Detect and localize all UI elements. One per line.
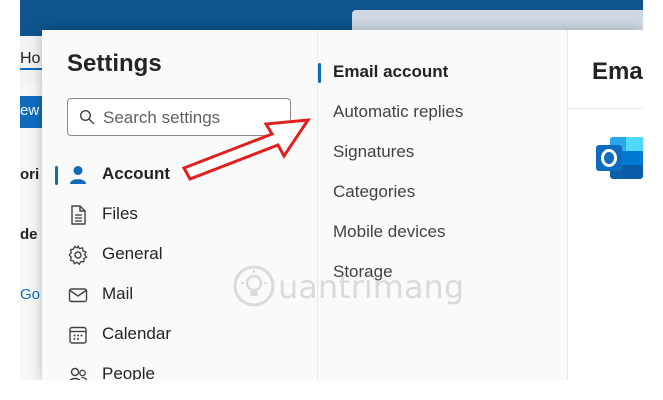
calendar-icon <box>69 326 87 344</box>
settings-content-pane: Ema <box>568 30 643 380</box>
subitem-label: Signatures <box>333 142 415 161</box>
right-margin <box>643 0 663 400</box>
selection-indicator <box>318 63 321 83</box>
left-margin <box>0 0 20 400</box>
home-tab-fragment[interactable]: Ho <box>20 50 42 70</box>
subitem-label: Categories <box>333 182 416 201</box>
people-icon <box>69 367 88 380</box>
subitem-signatures[interactable]: Signatures <box>318 133 568 173</box>
settings-nav-pane: Settings Search settings Account Files G… <box>42 30 317 380</box>
folder-fragment-3[interactable]: Go <box>20 286 42 303</box>
new-button-text-fragment[interactable]: ew <box>20 102 42 119</box>
subitem-label: Automatic replies <box>333 102 464 121</box>
watermark: uantrimang <box>232 262 465 312</box>
content-divider <box>568 108 643 109</box>
gear-icon <box>68 245 88 265</box>
watermark-text: uantrimang <box>278 268 465 306</box>
folder-fragment-1[interactable]: ori <box>20 166 42 183</box>
person-icon <box>70 166 86 184</box>
nav-item-label: Files <box>102 204 138 223</box>
nav-item-label: Calendar <box>102 324 171 343</box>
nav-item-label: People <box>102 364 155 380</box>
subitem-email-account[interactable]: Email account <box>318 53 568 93</box>
file-icon <box>71 205 86 225</box>
nav-item-label: Account <box>102 164 170 183</box>
nav-item-files[interactable]: Files <box>42 195 317 235</box>
subitem-automatic-replies[interactable]: Automatic replies <box>318 93 568 133</box>
lightbulb-logo-icon <box>233 265 275 307</box>
nav-item-label: General <box>102 244 163 263</box>
annotation-arrow-icon <box>181 118 311 181</box>
settings-dialog: Settings Search settings Account Files G… <box>42 30 643 380</box>
content-title: Ema <box>592 58 643 85</box>
nav-item-label: Mail <box>102 284 134 303</box>
mail-icon <box>68 288 88 303</box>
nav-item-calendar[interactable]: Calendar <box>42 315 317 355</box>
settings-title: Settings <box>67 50 162 77</box>
subitem-mobile-devices[interactable]: Mobile devices <box>318 213 568 253</box>
selection-indicator <box>55 166 58 185</box>
bottom-margin <box>0 380 663 400</box>
outlook-logo-icon <box>596 137 643 179</box>
subitem-label: Email account <box>333 62 449 81</box>
settings-subcategory-pane: Email account Automatic replies Signatur… <box>318 30 568 380</box>
folder-fragment-2[interactable]: de <box>20 226 42 243</box>
subitem-categories[interactable]: Categories <box>318 173 568 213</box>
nav-item-people[interactable]: People <box>42 355 317 380</box>
search-icon <box>79 109 95 125</box>
subitem-label: Mobile devices <box>333 222 446 241</box>
